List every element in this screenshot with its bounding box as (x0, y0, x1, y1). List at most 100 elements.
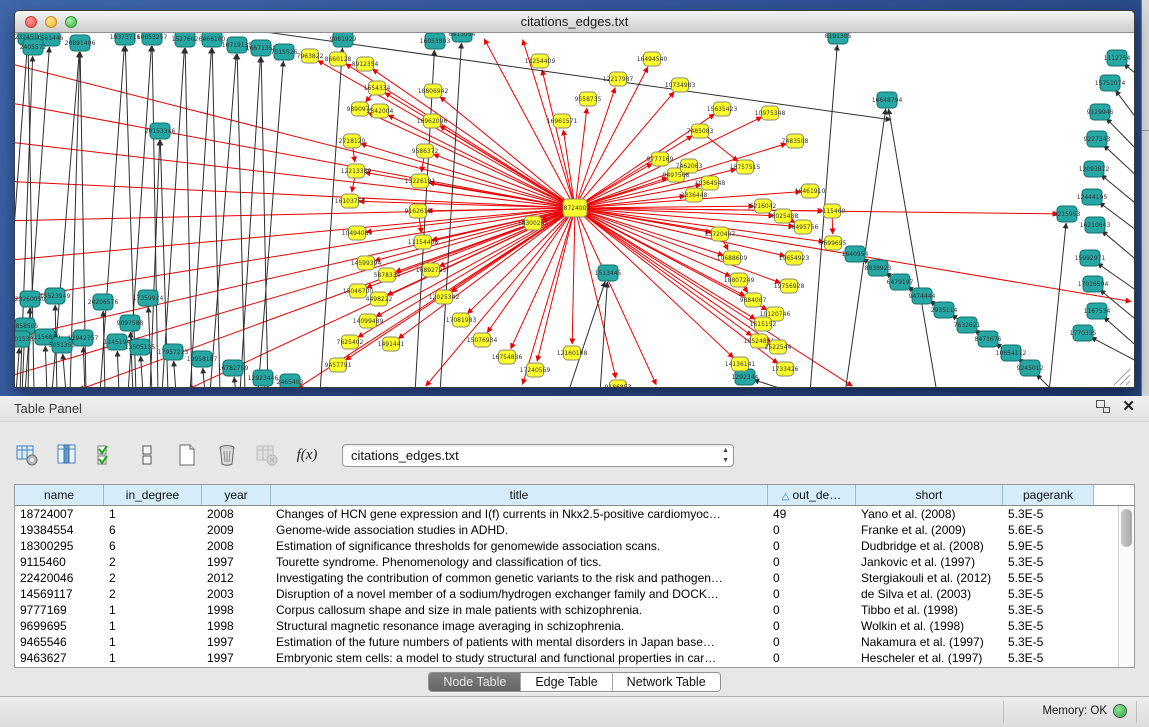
graph-edge[interactable] (1104, 317, 1134, 349)
graph-edge[interactable] (575, 178, 667, 208)
vertical-scrollbar[interactable] (1118, 506, 1134, 667)
column-header-title[interactable]: title (271, 485, 768, 505)
float-panel-icon[interactable] (1096, 400, 1110, 413)
graph-node-label: 9457791 (325, 362, 352, 369)
graph-node-label: 16962096 (417, 118, 448, 125)
graph-edge[interactable] (1036, 374, 1055, 387)
table-row[interactable]: 2242004622012Investigating the contribut… (15, 570, 1118, 586)
select-rows-icon[interactable] (94, 442, 120, 468)
table-cell: 2009 (202, 522, 271, 538)
graph-edge[interactable] (1124, 64, 1134, 79)
table-row[interactable]: 1830029562008Estimation of significance … (15, 538, 1118, 554)
graph-edge[interactable] (1102, 231, 1134, 263)
graph-edge[interactable] (15, 142, 575, 208)
table-row[interactable]: 969969511998Structural magnetic resonanc… (15, 618, 1118, 634)
graph-edge[interactable] (16, 348, 19, 387)
table-row[interactable]: 977716911998Corpus callosum shape and si… (15, 602, 1118, 618)
graph-edge[interactable] (889, 109, 937, 387)
graph-edge[interactable] (572, 208, 575, 344)
table-cell: 9699695 (15, 618, 104, 634)
column-header-name[interactable]: name (15, 485, 104, 505)
graph-edge[interactable] (203, 368, 205, 387)
graph-edge[interactable] (15, 208, 575, 376)
column-chooser-icon[interactable] (54, 442, 80, 468)
column-header-pagerank[interactable]: pagerank (1003, 485, 1094, 505)
graph-edge[interactable] (174, 361, 176, 387)
table-row[interactable]: 1456911722003Disruption of a novel membe… (15, 586, 1118, 602)
graph-edge[interactable] (575, 208, 723, 255)
table-row[interactable]: 1938455462009Genome-wide association stu… (15, 522, 1118, 538)
resize-grip-icon[interactable] (1114, 369, 1130, 385)
graph-edge[interactable] (141, 356, 143, 387)
graph-edge[interactable] (45, 346, 47, 387)
table-row[interactable]: 911546021997Tourette syndrome. Phenomeno… (15, 554, 1118, 570)
column-header-in-degree[interactable]: in_degree (104, 485, 202, 505)
graph-edge[interactable] (388, 115, 575, 208)
graph-edge[interactable] (234, 377, 236, 387)
graph-edge[interactable] (1106, 118, 1134, 153)
graph-edge[interactable] (1104, 145, 1134, 179)
zoom-window-button[interactable] (65, 16, 77, 28)
minimize-window-button[interactable] (45, 16, 57, 28)
graph-edge[interactable] (542, 70, 575, 208)
graph-edge[interactable] (212, 48, 220, 387)
graph-node-label: 12217987 (603, 76, 634, 83)
table-cell: 6 (104, 522, 202, 538)
graph-edge[interactable] (83, 347, 85, 387)
network-canvas[interactable]: 2324516156144624055722089140619373716106… (15, 33, 1134, 387)
close-panel-icon[interactable]: ✕ (1122, 400, 1135, 413)
tab-network-table[interactable]: Network Table (613, 673, 720, 691)
graph-edge[interactable] (368, 113, 575, 208)
new-column-icon[interactable] (174, 442, 200, 468)
graph-edge[interactable] (1091, 337, 1134, 363)
table-row[interactable]: 1872400712008Changes of HCN gene express… (15, 506, 1118, 522)
graph-edge[interactable] (15, 208, 575, 260)
table-row[interactable]: 946554611997Estimation of the future num… (15, 634, 1118, 650)
row-mode-icon[interactable] (134, 442, 160, 468)
graph-edge[interactable] (117, 351, 119, 387)
column-header-year[interactable]: year (202, 485, 271, 505)
graph-edge[interactable] (15, 63, 575, 208)
scrollbar-thumb[interactable] (1121, 509, 1132, 547)
table-cell: 18300295 (15, 538, 104, 554)
graph-node-label: 2342004 (367, 108, 394, 115)
window-titlebar[interactable]: citations_edges.txt (15, 11, 1134, 33)
graph-edge[interactable] (1101, 175, 1134, 207)
graph-edge[interactable] (63, 354, 66, 387)
graph-edge[interactable] (190, 48, 211, 387)
graph-edge[interactable] (185, 48, 192, 387)
function-builder-icon[interactable]: f(x) (294, 442, 320, 468)
graph-node-label: 1770335 (1070, 330, 1097, 337)
graph-node-label: 2935114 (931, 307, 958, 314)
graph-edge[interactable] (372, 69, 575, 208)
table-cell: 1998 (202, 602, 271, 618)
graph-edge[interactable] (240, 57, 260, 387)
close-window-button[interactable] (25, 16, 37, 28)
graph-edge[interactable] (1049, 223, 1066, 387)
tab-edge-table[interactable]: Edge Table (521, 673, 612, 691)
table-row[interactable]: 946362711997Embryonic stem cells: a mode… (15, 650, 1118, 666)
graph-edge[interactable] (230, 33, 891, 120)
delete-table-icon[interactable] (254, 442, 280, 468)
graph-node-label: 10364548 (695, 180, 726, 187)
table-cell: 1997 (202, 554, 271, 570)
graph-edge[interactable] (440, 97, 575, 208)
graph-edge[interactable] (375, 208, 575, 261)
graph-edge[interactable] (15, 208, 575, 339)
graph-edge[interactable] (575, 92, 674, 208)
table-cell: 9463627 (15, 650, 104, 666)
tab-node-table[interactable]: Node Table (429, 673, 521, 691)
dropdown-arrows-icon: ▲▼ (722, 446, 729, 466)
graph-edge[interactable] (320, 48, 342, 387)
graph-edge[interactable] (361, 144, 575, 208)
network-table-selector[interactable]: citations_edges.txt ▲▼ (342, 444, 734, 467)
graph-edge[interactable] (15, 181, 575, 208)
graph-edge[interactable] (754, 380, 795, 387)
delete-column-icon[interactable] (214, 442, 240, 468)
table-settings-icon[interactable] (14, 442, 40, 468)
column-header-out-de-[interactable]: △out_de… (768, 485, 856, 505)
graph-edge[interactable] (600, 282, 607, 387)
graph-edge[interactable] (15, 208, 575, 221)
graph-edge[interactable] (1115, 90, 1134, 123)
column-header-short[interactable]: short (856, 485, 1003, 505)
